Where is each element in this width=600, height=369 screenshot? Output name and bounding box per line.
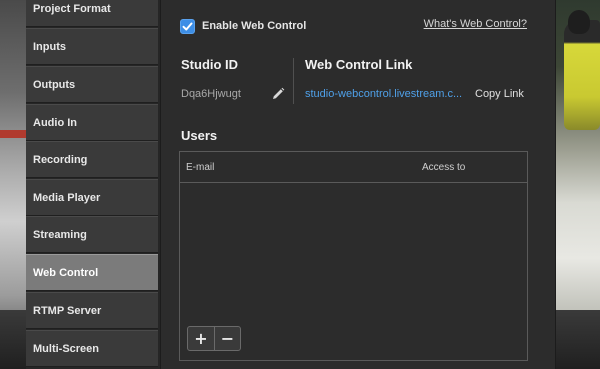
sidebar-item-inputs[interactable]: Inputs [26, 28, 158, 65]
users-table: E-mail Access to + − [179, 151, 528, 361]
vertical-divider [293, 58, 294, 104]
sidebar-item-audio-in[interactable]: Audio In [26, 104, 158, 141]
studio-id-title: Studio ID [181, 57, 239, 72]
sidebar-item-label: Multi-Screen [33, 342, 100, 355]
sidebar-item-rtmp-server[interactable]: RTMP Server [26, 292, 158, 329]
sidebar-item-label: Streaming [33, 228, 87, 241]
sidebar-item-outputs[interactable]: Outputs [26, 66, 158, 103]
sidebar-item-multi-screen[interactable]: Multi-Screen [26, 330, 158, 367]
user-add-remove-buttons: + − [187, 326, 241, 351]
sidebar-item-label: RTMP Server [33, 304, 102, 317]
column-header-access-to[interactable]: Access to [422, 162, 465, 173]
sidebar-item-label: Project Format [33, 2, 111, 15]
background-helmet [568, 10, 590, 34]
sidebar-item-label: Web Control [33, 266, 99, 279]
users-title: Users [181, 128, 218, 143]
settings-sidebar: Project Format Inputs Outputs Audio In R… [26, 0, 160, 369]
copy-link-button[interactable]: Copy Link [475, 88, 524, 100]
sidebar-item-streaming[interactable]: Streaming [26, 216, 158, 253]
sidebar-item-label: Audio In [33, 116, 77, 129]
sidebar-item-label: Inputs [33, 40, 66, 53]
pencil-icon[interactable] [270, 86, 286, 102]
sidebar-item-project-format[interactable]: Project Format [26, 0, 158, 27]
studio-id-value: Dqa6Hjwugt [181, 88, 241, 100]
sidebar-item-label: Recording [33, 153, 88, 166]
enable-web-control-checkbox[interactable] [180, 18, 195, 34]
sidebar-item-web-control[interactable]: Web Control [26, 254, 158, 291]
web-control-link-title: Web Control Link [305, 57, 413, 72]
checkmark-icon [182, 22, 193, 30]
sidebar-item-label: Media Player [33, 191, 101, 204]
sidebar-item-recording[interactable]: Recording [26, 141, 158, 178]
enable-web-control-label: Enable Web Control [202, 20, 307, 32]
web-control-link-value[interactable]: studio-webcontrol.livestream.c... [305, 88, 465, 100]
remove-user-button[interactable]: − [214, 327, 240, 350]
web-control-panel: Enable Web Control What's Web Control? S… [160, 0, 556, 369]
enable-web-control-row[interactable]: Enable Web Control [180, 17, 306, 35]
users-table-header: E-mail Access to [180, 152, 527, 183]
background-stripe [0, 130, 26, 138]
background-player [564, 20, 600, 130]
sidebar-item-media-player[interactable]: Media Player [26, 179, 158, 216]
add-user-button[interactable]: + [188, 327, 214, 350]
whats-web-control-link[interactable]: What's Web Control? [424, 18, 527, 30]
column-header-email[interactable]: E-mail [186, 162, 214, 173]
sidebar-item-label: Outputs [33, 78, 76, 91]
